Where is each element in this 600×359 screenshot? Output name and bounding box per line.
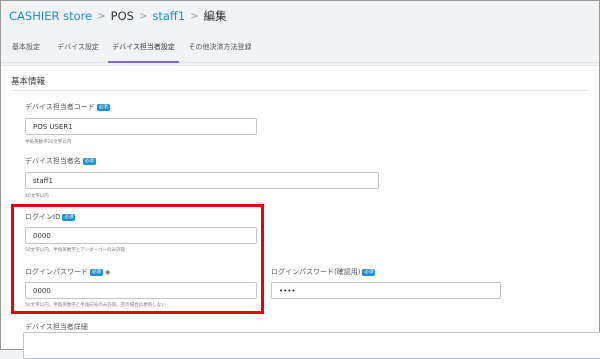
tab-device-settings[interactable]: デバイス設定 [54,35,102,61]
login-password-confirm-input[interactable]: •••• [271,282,501,299]
breadcrumb-separator-icon: > [97,10,106,22]
highlight-box [11,204,264,314]
staff-detail-textarea[interactable] [23,332,600,359]
staff-code-hint: 半角英数字20文字以内 [25,140,72,145]
staff-detail-label-text: デバイス担当者詳細 [25,323,88,331]
tab-basic-settings[interactable]: 基本設定 [8,35,44,61]
login-password-confirm-label-text: ログインパスワード(確認用) [271,268,361,276]
staff-code-label-text: デバイス担当者コード [25,103,95,111]
staff-code-label: デバイス担当者コード 必須 [25,102,110,112]
required-badge: 必須 [96,103,110,111]
staff-code-input[interactable]: POS USER1 [25,118,257,135]
login-password-confirm-label: ログインパスワード(確認用) 必須 [271,267,376,277]
section-divider [11,90,589,91]
required-badge: 必須 [82,157,96,165]
required-badge: 必須 [362,268,376,276]
staff-name-label: デバイス担当者名 必須 [25,156,96,166]
staff-name-label-text: デバイス担当者名 [25,157,81,165]
breadcrumb-store-link[interactable]: CASHIER store [9,9,92,23]
breadcrumb: CASHIER store > POS > staff1 > 編集 [9,7,227,25]
tab-bar: 基本設定 デバイス設定 デバイス担当者設定 その他決済方法登録 [1,35,599,63]
staff-name-input[interactable]: staff1 [25,172,379,189]
section-title: 基本情報 [11,77,46,87]
staff-detail-label: デバイス担当者詳細 [25,322,88,332]
staff-name-hint: 40文字以内 [25,194,49,199]
breadcrumb-staff-link[interactable]: staff1 [152,9,185,23]
breadcrumb-separator-icon: > [190,10,199,22]
breadcrumb-pos[interactable]: POS [111,9,134,23]
tab-device-staff-settings[interactable]: デバイス担当者設定 [108,35,179,63]
breadcrumb-separator-icon: > [138,10,148,22]
breadcrumb-current: 編集 [203,9,227,23]
tab-other-payment-methods[interactable]: その他決済方法登録 [184,35,256,61]
